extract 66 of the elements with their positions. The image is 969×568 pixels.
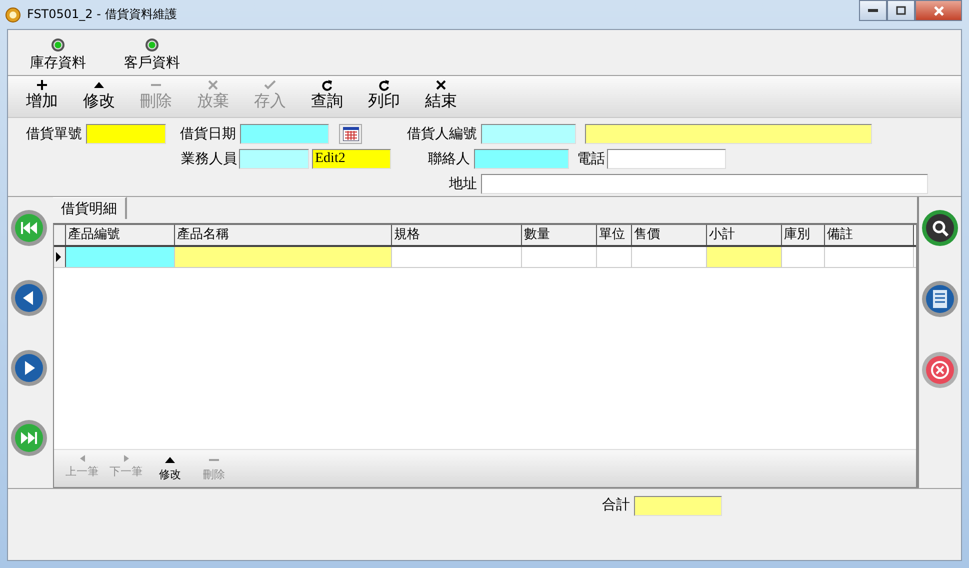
column-header[interactable]: 庫別 bbox=[782, 225, 825, 245]
first-record-button[interactable] bbox=[10, 209, 48, 247]
left-arrow-icon bbox=[78, 454, 86, 463]
previous-button[interactable] bbox=[10, 279, 48, 317]
field-label: 地址 bbox=[448, 175, 477, 193]
search-button[interactable] bbox=[921, 209, 959, 247]
row-pointer-icon bbox=[54, 251, 62, 263]
toolbar-button[interactable]: 修改 bbox=[73, 76, 125, 117]
borrower-name-field[interactable] bbox=[585, 124, 872, 144]
field-label: 業務人員 bbox=[180, 150, 237, 168]
maximize-icon bbox=[896, 6, 906, 15]
phone-field[interactable] bbox=[607, 149, 726, 169]
tab[interactable]: 借貨明細 bbox=[53, 197, 127, 219]
cancel-button[interactable] bbox=[921, 351, 959, 389]
field-label: 借貨單號 bbox=[25, 125, 82, 143]
maximize-button[interactable] bbox=[887, 0, 915, 21]
link-button[interactable]: 客戶資料 bbox=[124, 38, 180, 75]
window-title: FST0501_2 - 借貨資料維護 bbox=[27, 6, 177, 23]
status-light-icon bbox=[51, 38, 65, 52]
link-button[interactable]: 庫存資料 bbox=[30, 38, 86, 75]
column-header[interactable]: 產品名稱 bbox=[175, 225, 392, 245]
cross-icon bbox=[435, 79, 447, 91]
column-header[interactable]: 售價 bbox=[632, 225, 707, 245]
minimize-icon bbox=[868, 9, 878, 12]
calendar-icon bbox=[342, 127, 358, 141]
next-button[interactable] bbox=[10, 349, 48, 387]
column-header[interactable]: 產品編號 bbox=[66, 225, 175, 245]
column-header[interactable]: 規格 bbox=[392, 225, 522, 245]
total-field[interactable] bbox=[634, 496, 722, 516]
order-number-field[interactable] bbox=[86, 124, 166, 144]
salesperson-name-field[interactable]: Edit2 bbox=[312, 149, 391, 169]
right-arrow-icon bbox=[122, 454, 130, 463]
field-label: 電話 bbox=[576, 150, 605, 168]
salesperson-field[interactable] bbox=[239, 149, 309, 169]
contact-field[interactable] bbox=[474, 149, 569, 169]
toolbar-button[interactable]: 增加 bbox=[16, 76, 68, 117]
cross-icon bbox=[207, 79, 219, 91]
record-nav-button[interactable]: 修改 bbox=[148, 450, 192, 487]
minimize-button[interactable] bbox=[859, 0, 887, 21]
redo-icon bbox=[321, 79, 333, 91]
list-button[interactable] bbox=[921, 280, 959, 318]
header-corner bbox=[54, 225, 66, 245]
address-field[interactable] bbox=[481, 174, 928, 194]
column-header[interactable]: 備註 bbox=[825, 225, 914, 245]
date-field[interactable] bbox=[240, 124, 329, 144]
borrower-id-field[interactable] bbox=[481, 124, 576, 144]
column-header[interactable]: 數量 bbox=[522, 225, 597, 245]
field-label: 借貨人編號 bbox=[406, 125, 477, 143]
column-header[interactable]: 單位 bbox=[597, 225, 632, 245]
toolbar-button[interactable]: 查詢 bbox=[301, 76, 353, 117]
close-icon bbox=[932, 6, 944, 16]
field-label: 借貨日期 bbox=[179, 125, 236, 143]
field-label: 聯絡人 bbox=[427, 150, 470, 168]
close-button[interactable] bbox=[915, 0, 962, 21]
last-record-button[interactable] bbox=[10, 419, 48, 457]
status-light-icon bbox=[145, 38, 159, 52]
toolbar-button[interactable]: 結束 bbox=[415, 76, 467, 117]
plus-icon bbox=[36, 79, 48, 91]
row-selector[interactable] bbox=[54, 247, 66, 267]
toolbar-button[interactable]: 列印 bbox=[358, 76, 410, 117]
field-label: 合計 bbox=[601, 496, 630, 514]
column-header[interactable]: 小計 bbox=[707, 225, 782, 245]
app-logo-icon bbox=[5, 6, 21, 22]
check-icon bbox=[264, 79, 276, 91]
calendar-button[interactable] bbox=[339, 124, 362, 144]
redo-icon bbox=[378, 79, 390, 91]
